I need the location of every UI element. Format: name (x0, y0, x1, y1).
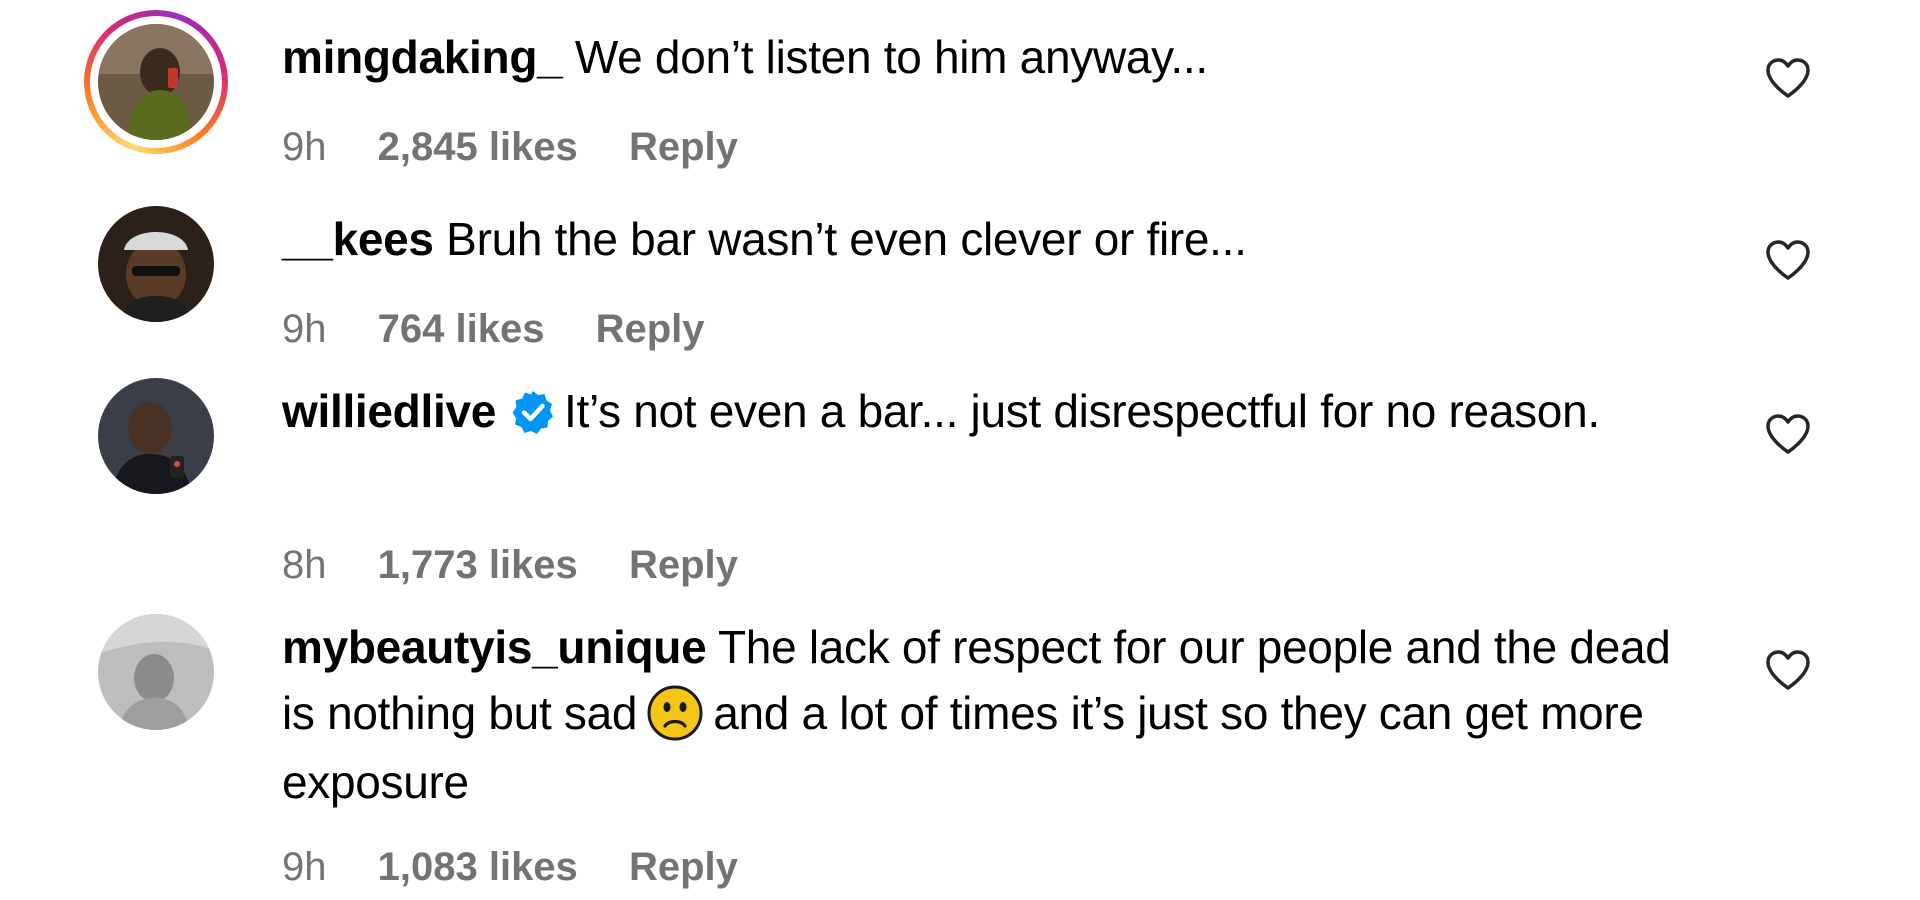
comment-time: 9h (282, 125, 327, 169)
comment-message: It’s not even a bar... just disrespectfu… (564, 385, 1600, 437)
avatar[interactable] (98, 378, 214, 494)
heart-outline-icon (1766, 58, 1810, 98)
slightly-frowning-face-emoji (647, 685, 703, 741)
reply-button[interactable]: Reply (629, 845, 738, 889)
like-button[interactable] (1764, 238, 1812, 282)
heart-outline-icon (1766, 240, 1810, 280)
comment-likes-count[interactable]: 2,845 likes (378, 125, 578, 169)
reply-button[interactable]: Reply (596, 307, 705, 351)
comment-likes-count[interactable]: 1,083 likes (378, 845, 578, 889)
comment-time: 8h (282, 543, 327, 587)
like-button[interactable] (1764, 412, 1812, 456)
reply-button[interactable]: Reply (629, 125, 738, 169)
like-button[interactable] (1764, 648, 1812, 692)
heart-outline-icon (1766, 414, 1810, 454)
reply-button[interactable]: Reply (629, 543, 738, 587)
comment-meta: 9h 2,845 likes Reply (282, 122, 778, 172)
comment-username[interactable]: __kees (282, 213, 434, 265)
comment-message: Bruh the bar wasn’t even clever or fire.… (433, 213, 1247, 265)
comment-text: mybeautyis_unique The lack of respect fo… (282, 614, 1702, 815)
comment-time: 9h (282, 845, 327, 889)
comment-likes-count[interactable]: 764 likes (378, 307, 545, 351)
avatar[interactable] (98, 614, 214, 730)
comment-time: 9h (282, 307, 327, 351)
avatar[interactable] (98, 206, 214, 322)
heart-outline-icon (1766, 650, 1810, 690)
comment-message: We don’t listen to him anyway... (562, 31, 1208, 83)
comment-list: mingdaking_ We don’t listen to him anywa… (0, 0, 1920, 900)
comment-meta: 8h 1,773 likes Reply (282, 540, 778, 590)
comment-likes-count[interactable]: 1,773 likes (378, 543, 578, 587)
comment-text: williedlive It’s not even a bar... just … (282, 378, 1702, 444)
comment-meta: 9h 1,083 likes Reply (282, 842, 778, 892)
comment-meta: 9h 764 likes Reply (282, 304, 745, 354)
comment-username[interactable]: mingdaking_ (282, 31, 563, 83)
comment-username[interactable]: mybeautyis_unique (282, 621, 707, 673)
comment-text: mingdaking_ We don’t listen to him anywa… (282, 24, 1702, 90)
comment-text: __kees Bruh the bar wasn’t even clever o… (282, 206, 1702, 272)
comment-username[interactable]: williedlive (282, 385, 496, 437)
like-button[interactable] (1764, 56, 1812, 100)
avatar[interactable] (98, 24, 214, 140)
verified-badge-icon (510, 389, 556, 435)
